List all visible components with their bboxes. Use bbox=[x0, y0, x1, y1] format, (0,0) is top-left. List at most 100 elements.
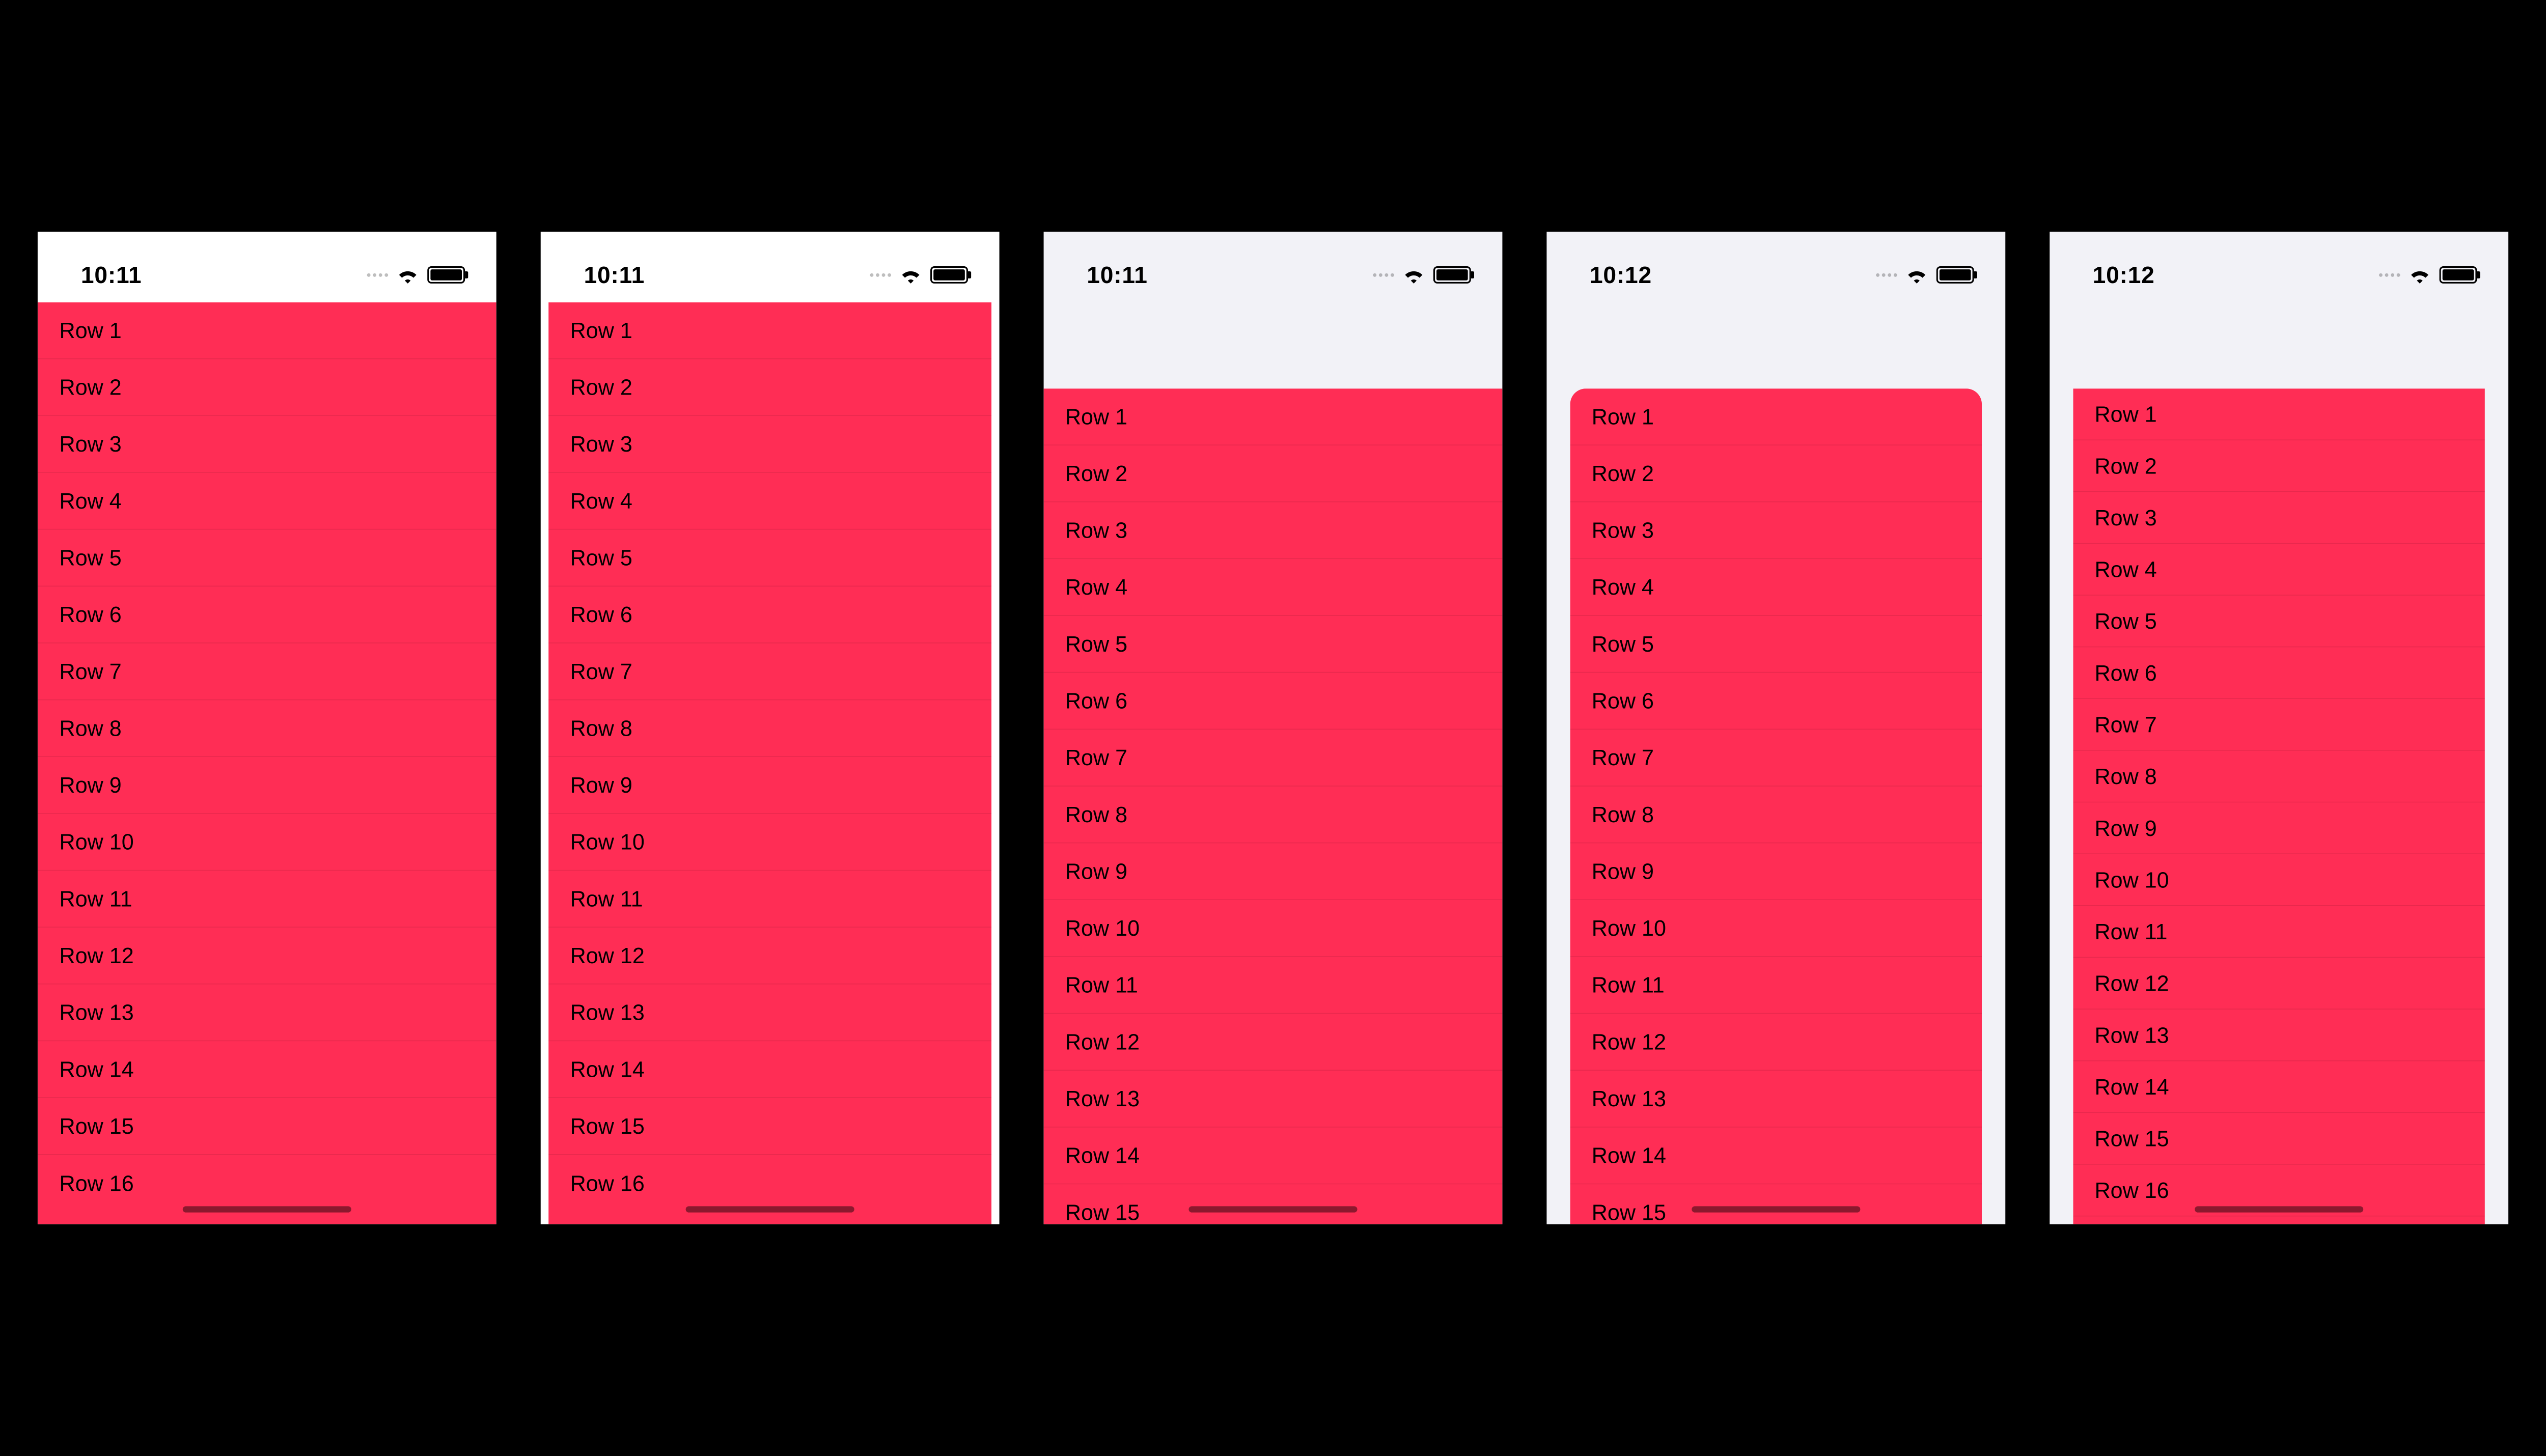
list-item[interactable]: Row 4 bbox=[2073, 544, 2484, 596]
status-right bbox=[2379, 266, 2477, 284]
list-item[interactable]: Row 8 bbox=[1044, 787, 1503, 844]
list-item[interactable]: Row 13 bbox=[1570, 1071, 1981, 1128]
list-item[interactable]: Row 10 bbox=[1570, 900, 1981, 957]
list[interactable]: Row 1 Row 2 Row 3 Row 4 Row 5 Row 6 Row … bbox=[38, 302, 496, 1224]
list-item[interactable]: Row 1 bbox=[38, 302, 496, 359]
list-item[interactable]: Row 6 bbox=[1044, 673, 1503, 730]
list-item[interactable]: Row 8 bbox=[1570, 787, 1981, 844]
list-item[interactable]: Row 12 bbox=[1570, 1014, 1981, 1071]
home-indicator[interactable] bbox=[686, 1206, 854, 1212]
list-item[interactable]: Row 1 bbox=[1044, 388, 1503, 445]
list-item[interactable]: Row 5 bbox=[2073, 596, 2484, 648]
list-item[interactable]: Row 1 bbox=[548, 302, 991, 359]
list-item[interactable]: Row 9 bbox=[548, 757, 991, 814]
list-item[interactable]: Row 6 bbox=[2073, 647, 2484, 699]
list-item[interactable]: Row 10 bbox=[2073, 854, 2484, 906]
list-item[interactable]: Row 2 bbox=[1044, 445, 1503, 502]
list-item[interactable]: Row 1 bbox=[1570, 388, 1981, 445]
list-item[interactable]: Row 15 bbox=[38, 1098, 496, 1155]
list-item[interactable]: Row 10 bbox=[548, 814, 991, 871]
list-item[interactable]: Row 3 bbox=[38, 416, 496, 473]
list[interactable]: Row 1 Row 2 Row 3 Row 4 Row 5 Row 6 Row … bbox=[1044, 388, 1503, 1224]
list-item[interactable]: Row 15 bbox=[1044, 1184, 1503, 1224]
list-item[interactable]: Row 7 bbox=[2073, 699, 2484, 751]
list-item[interactable]: Row 12 bbox=[38, 928, 496, 985]
home-indicator[interactable] bbox=[183, 1206, 351, 1212]
list-item[interactable]: Row 7 bbox=[38, 643, 496, 701]
list-item[interactable]: Row 6 bbox=[548, 586, 991, 643]
list-item[interactable]: Row 2 bbox=[38, 359, 496, 416]
list-item[interactable]: Row 3 bbox=[548, 416, 991, 473]
row-label: Row 8 bbox=[1592, 802, 1654, 827]
list-item[interactable]: Row 7 bbox=[548, 643, 991, 701]
list-item[interactable]: Row 4 bbox=[1570, 559, 1981, 616]
list[interactable]: Row 1 Row 2 Row 3 Row 4 Row 5 Row 6 Row … bbox=[1570, 388, 1981, 1224]
list-item[interactable]: Row 15 bbox=[1570, 1184, 1981, 1224]
list-item[interactable]: Row 1 bbox=[2073, 388, 2484, 440]
list-container[interactable]: Row 1 Row 2 Row 3 Row 4 Row 5 Row 6 Row … bbox=[1044, 388, 1503, 1224]
list[interactable]: Row 1 Row 2 Row 3 Row 4 Row 5 Row 6 Row … bbox=[2073, 388, 2484, 1224]
list-item[interactable]: Row 12 bbox=[2073, 958, 2484, 1010]
list-item[interactable]: Row 4 bbox=[1044, 559, 1503, 616]
list-item[interactable]: Row 5 bbox=[38, 529, 496, 586]
list-item[interactable]: Row 3 bbox=[2073, 492, 2484, 544]
list[interactable]: Row 1 Row 2 Row 3 Row 4 Row 5 Row 6 Row … bbox=[548, 302, 991, 1224]
phone-3: 10:11 Row 1 Row 2 Row 3 Row 4 Row 5 Row … bbox=[1044, 232, 1503, 1224]
status-time: 10:11 bbox=[1087, 261, 1147, 288]
list-item[interactable]: Row 6 bbox=[1570, 673, 1981, 730]
list-item[interactable]: Row 11 bbox=[1044, 957, 1503, 1014]
list-item[interactable]: Row 11 bbox=[548, 871, 991, 928]
list-item[interactable]: Row 13 bbox=[2073, 1010, 2484, 1061]
list-item[interactable]: Row 9 bbox=[38, 757, 496, 814]
list-item[interactable]: Row 3 bbox=[1570, 502, 1981, 559]
list-item[interactable]: Row 12 bbox=[1044, 1014, 1503, 1071]
row-label: Row 1 bbox=[2094, 401, 2156, 427]
list-item[interactable]: Row 6 bbox=[38, 586, 496, 643]
list-item[interactable]: Row 4 bbox=[38, 473, 496, 530]
list-item[interactable]: Row 14 bbox=[2073, 1061, 2484, 1113]
list-item[interactable]: Row 2 bbox=[548, 359, 991, 416]
list-item[interactable]: Row 16 bbox=[38, 1155, 496, 1212]
list-item[interactable]: Row 11 bbox=[2073, 906, 2484, 958]
list-item[interactable]: Row 15 bbox=[548, 1098, 991, 1155]
list-item[interactable]: Row 14 bbox=[548, 1041, 991, 1098]
list-item[interactable]: Row 2 bbox=[2073, 440, 2484, 492]
list-item[interactable]: Row 9 bbox=[2073, 802, 2484, 854]
list-item[interactable]: Row 8 bbox=[2073, 751, 2484, 803]
list-item[interactable]: Row 5 bbox=[1570, 616, 1981, 673]
list-item[interactable]: Row 12 bbox=[548, 928, 991, 985]
list-item[interactable]: Row 3 bbox=[1044, 502, 1503, 559]
list-item[interactable]: Row 7 bbox=[1044, 730, 1503, 787]
home-indicator[interactable] bbox=[1188, 1206, 1357, 1212]
list-item[interactable]: Row 8 bbox=[38, 700, 496, 757]
list-item[interactable]: Row 15 bbox=[2073, 1113, 2484, 1165]
home-indicator[interactable] bbox=[2195, 1206, 2363, 1212]
row-label: Row 11 bbox=[1592, 972, 1665, 998]
list-item[interactable]: Row 11 bbox=[1570, 957, 1981, 1014]
list-item[interactable]: Row 2 bbox=[1570, 445, 1981, 502]
list-container[interactable]: Row 1 Row 2 Row 3 Row 4 Row 5 Row 6 Row … bbox=[548, 302, 991, 1224]
list-item[interactable]: Row 17 bbox=[2073, 1216, 2484, 1224]
list-item[interactable]: Row 9 bbox=[1044, 843, 1503, 900]
list-item[interactable]: Row 14 bbox=[1044, 1128, 1503, 1185]
list-item[interactable]: Row 9 bbox=[1570, 843, 1981, 900]
list-item[interactable]: Row 5 bbox=[548, 529, 991, 586]
row-label: Row 11 bbox=[2094, 919, 2167, 944]
list-item[interactable]: Row 13 bbox=[1044, 1071, 1503, 1128]
list-item[interactable]: Row 14 bbox=[38, 1041, 496, 1098]
list-item[interactable]: Row 8 bbox=[548, 700, 991, 757]
list-item[interactable]: Row 13 bbox=[548, 985, 991, 1042]
list-item[interactable]: Row 10 bbox=[38, 814, 496, 871]
list-item[interactable]: Row 13 bbox=[38, 985, 496, 1042]
list-item[interactable]: Row 11 bbox=[38, 871, 496, 928]
list-item[interactable]: Row 5 bbox=[1044, 616, 1503, 673]
list-item[interactable]: Row 4 bbox=[548, 473, 991, 530]
list-item[interactable]: Row 16 bbox=[548, 1155, 991, 1212]
list-container[interactable]: Row 1 Row 2 Row 3 Row 4 Row 5 Row 6 Row … bbox=[38, 302, 496, 1224]
home-indicator[interactable] bbox=[1692, 1206, 1860, 1212]
list-container[interactable]: Row 1 Row 2 Row 3 Row 4 Row 5 Row 6 Row … bbox=[1570, 388, 1981, 1224]
list-container[interactable]: Row 1 Row 2 Row 3 Row 4 Row 5 Row 6 Row … bbox=[2073, 388, 2484, 1224]
list-item[interactable]: Row 10 bbox=[1044, 900, 1503, 957]
list-item[interactable]: Row 14 bbox=[1570, 1128, 1981, 1185]
list-item[interactable]: Row 7 bbox=[1570, 730, 1981, 787]
